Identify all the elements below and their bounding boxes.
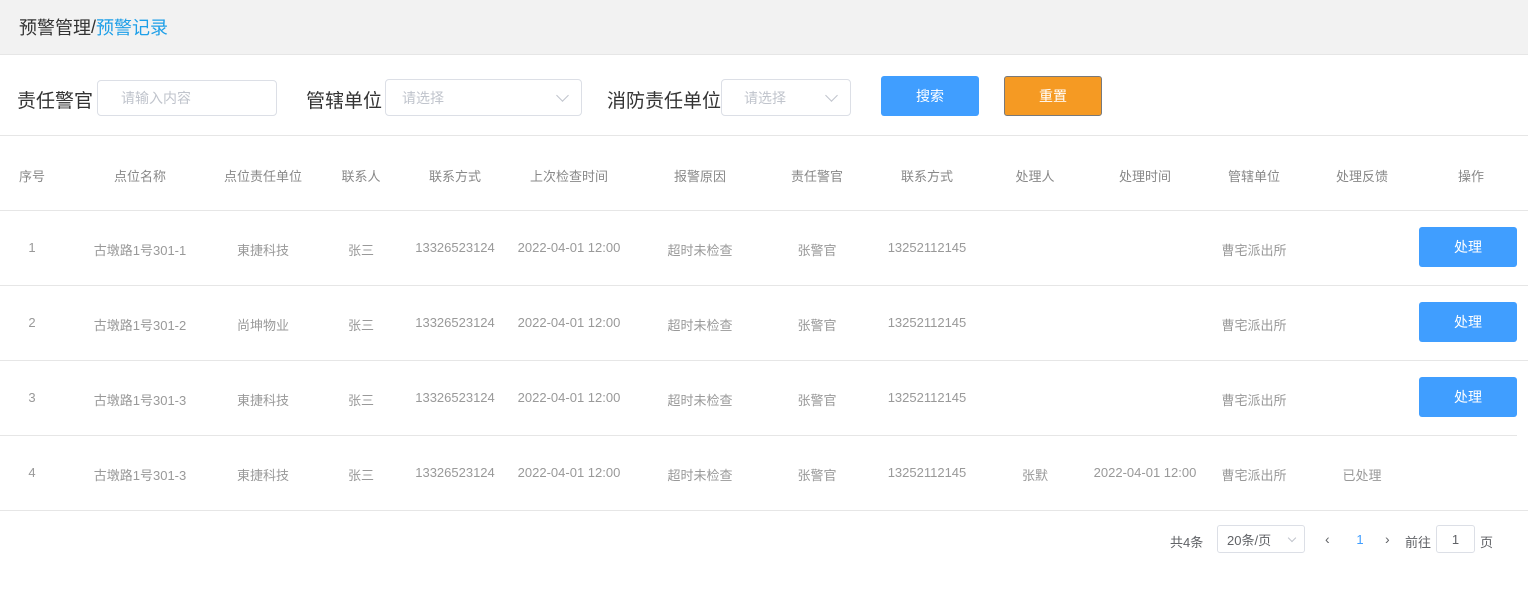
cell-station: 曹宅派出所 bbox=[1221, 393, 1287, 408]
cell-site-name: 古墩路1号301-1 bbox=[93, 243, 187, 258]
cell-site-name: 古墩路1号301-2 bbox=[93, 318, 187, 333]
breadcrumb-current: 预警记录 bbox=[96, 18, 169, 38]
divider bbox=[0, 210, 1528, 211]
unit-select-placeholder: 请选择 bbox=[402, 89, 444, 106]
cell-station: 曹宅派出所 bbox=[1221, 318, 1287, 333]
row-divider bbox=[0, 510, 1528, 511]
row-divider bbox=[0, 360, 1528, 361]
cell-contact-phone: 13326523124 bbox=[415, 315, 495, 330]
cell-site-name: 古墩路1号301-3 bbox=[93, 393, 187, 408]
cell-alarm-reason: 超时未检查 bbox=[667, 243, 733, 258]
search-button[interactable]: 搜索 bbox=[881, 76, 979, 116]
divider bbox=[0, 135, 1528, 136]
fire-unit-label: 消防责任单位 bbox=[607, 91, 722, 112]
unit-select[interactable]: 请选择 bbox=[385, 79, 582, 116]
cell-officer: 张警官 bbox=[797, 468, 837, 483]
cell-feedback: 已处理 bbox=[1342, 468, 1382, 483]
header-col-feedback: 处理反馈 bbox=[1335, 169, 1388, 184]
chevron-left-icon[interactable]: ‹ bbox=[1325, 531, 1330, 547]
cell-index: 2 bbox=[28, 315, 36, 330]
goto-suffix: 页 bbox=[1480, 535, 1494, 550]
cell-officer-phone: 13252112145 bbox=[887, 240, 967, 255]
cell-officer: 张警官 bbox=[797, 243, 837, 258]
cell-handle-time: 2022-04-01 12:00 bbox=[1093, 465, 1197, 480]
chevron-down-icon bbox=[1287, 533, 1297, 543]
goto-prefix: 前往 bbox=[1405, 535, 1432, 550]
goto-page-input[interactable]: 1 bbox=[1436, 525, 1475, 553]
cell-index: 4 bbox=[28, 465, 36, 480]
cell-station: 曹宅派出所 bbox=[1221, 468, 1287, 483]
cell-officer-phone: 13252112145 bbox=[887, 465, 967, 480]
officer-input[interactable]: 请输入内容 bbox=[97, 80, 277, 116]
chevron-down-icon bbox=[825, 89, 838, 102]
unit-label: 管辖单位 bbox=[306, 91, 383, 112]
page-number-current[interactable]: 1 bbox=[1348, 525, 1372, 553]
cell-alarm-reason: 超时未检查 bbox=[667, 393, 733, 408]
cell-officer-phone: 13252112145 bbox=[887, 315, 967, 330]
pagination-total: 共4条 bbox=[1170, 535, 1204, 550]
header-col-index: 序号 bbox=[18, 169, 45, 184]
fire-unit-select[interactable]: 请选择 bbox=[721, 79, 851, 116]
cell-station: 曹宅派出所 bbox=[1221, 243, 1287, 258]
header-col-last-check: 上次检查时间 bbox=[529, 169, 608, 184]
header-col-handler: 处理人 bbox=[1015, 169, 1055, 184]
cell-contact-phone: 13326523124 bbox=[415, 390, 495, 405]
cell-index: 3 bbox=[28, 390, 36, 405]
cell-officer-phone: 13252112145 bbox=[887, 390, 967, 405]
reset-button[interactable]: 重置 bbox=[1004, 76, 1102, 116]
header-col-contact-phone: 联系方式 bbox=[428, 169, 481, 184]
cell-last-check: 2022-04-01 12:00 bbox=[517, 390, 621, 405]
process-button[interactable]: 处理 bbox=[1419, 302, 1517, 342]
header-col-handle-time: 处理时间 bbox=[1118, 169, 1171, 184]
cell-last-check: 2022-04-01 12:00 bbox=[517, 315, 621, 330]
header-col-officer: 责任警官 bbox=[790, 169, 843, 184]
officer-input-placeholder: 请输入内容 bbox=[121, 90, 191, 106]
header-col-alarm-reason: 报警原因 bbox=[673, 169, 726, 184]
cell-last-check: 2022-04-01 12:00 bbox=[517, 465, 621, 480]
header-col-station: 管辖单位 bbox=[1227, 169, 1280, 184]
process-button[interactable]: 处理 bbox=[1419, 227, 1517, 267]
chevron-right-icon[interactable]: › bbox=[1385, 531, 1390, 547]
cell-officer: 张警官 bbox=[797, 318, 837, 333]
cell-alarm-reason: 超时未检查 bbox=[667, 468, 733, 483]
cell-officer: 张警官 bbox=[797, 393, 837, 408]
chevron-down-icon bbox=[556, 89, 569, 102]
process-button[interactable]: 处理 bbox=[1419, 377, 1517, 417]
cell-contact-phone: 13326523124 bbox=[415, 240, 495, 255]
cell-alarm-reason: 超时未检查 bbox=[667, 318, 733, 333]
cell-handler: 张默 bbox=[1021, 468, 1048, 483]
cell-index: 1 bbox=[28, 240, 36, 255]
breadcrumb-parent[interactable]: 预警管理 bbox=[19, 14, 91, 40]
fire-unit-select-placeholder: 请选择 bbox=[744, 89, 786, 106]
officer-label: 责任警官 bbox=[17, 91, 94, 112]
breadcrumb: 预警管理 / 预警记录 bbox=[0, 0, 1528, 55]
cell-contact-phone: 13326523124 bbox=[415, 465, 495, 480]
header-col-officer-phone: 联系方式 bbox=[900, 169, 953, 184]
page-size-value: 20条/页 bbox=[1227, 532, 1272, 548]
row-divider bbox=[0, 435, 1517, 436]
page-size-select[interactable]: 20条/页 bbox=[1217, 525, 1305, 553]
header-col-action: 操作 bbox=[1457, 169, 1484, 184]
row-divider bbox=[0, 285, 1528, 286]
cell-last-check: 2022-04-01 12:00 bbox=[517, 240, 621, 255]
header-col-site-name: 点位名称 bbox=[113, 169, 166, 184]
cell-site-name: 古墩路1号301-3 bbox=[93, 468, 187, 483]
